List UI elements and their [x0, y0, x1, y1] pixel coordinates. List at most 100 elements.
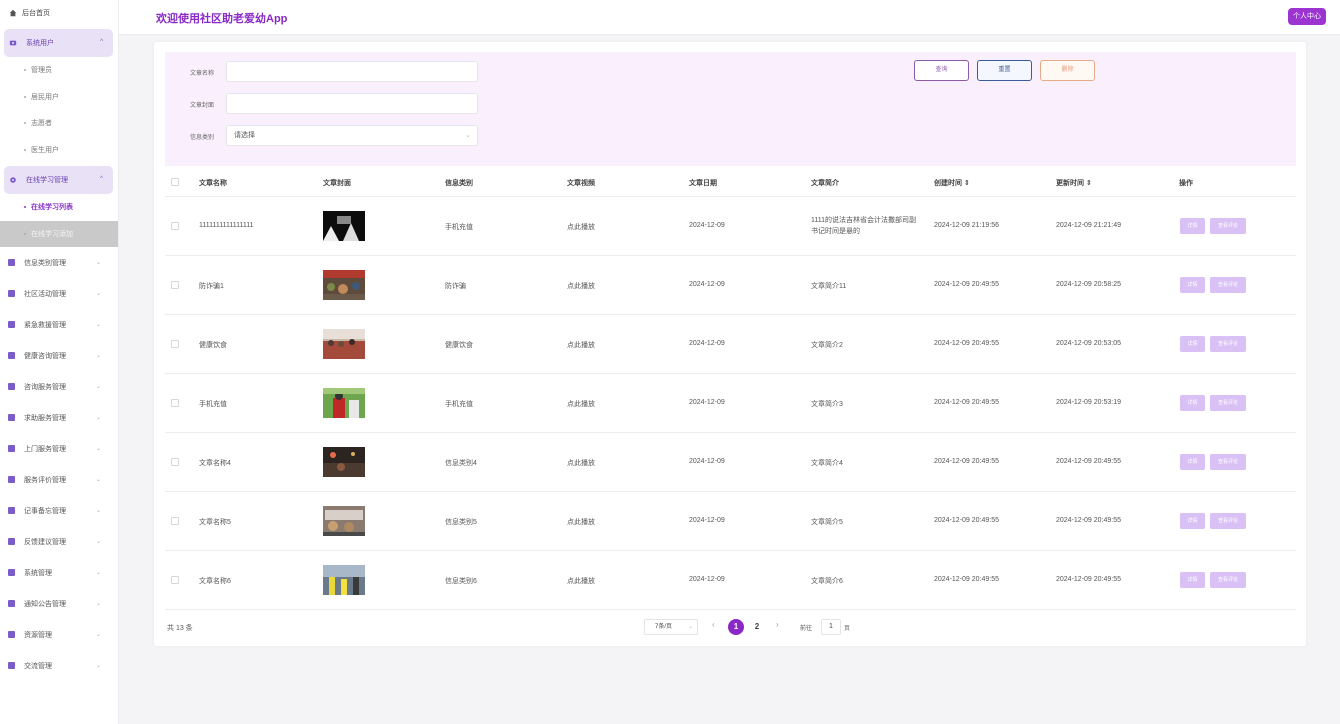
sidebar-sub-learning-list[interactable]: 在线学习列表	[0, 194, 118, 221]
header-created-sortable[interactable]: 创建时间 ⇕	[934, 178, 970, 188]
table-row: 1111111111111111 手机充值 点此播放 2024-12-09 1111的说…	[165, 197, 1296, 256]
cell-intro: 文章简介11	[811, 283, 847, 290]
row-checkbox[interactable]	[171, 340, 179, 348]
sidebar-item[interactable]: 健康咨询管理 ⌄	[0, 340, 118, 371]
sidebar-item[interactable]: 服务评价管理 ⌄	[0, 464, 118, 495]
sidebar-item-home[interactable]: 后台首页	[0, 0, 118, 26]
page-2[interactable]: 2	[749, 619, 765, 635]
row-checkbox[interactable]	[171, 517, 179, 525]
category-label: 信息类别	[190, 135, 215, 141]
sidebar-item[interactable]: 上门服务管理 ⌄	[0, 433, 118, 464]
article-cover-input[interactable]	[226, 93, 478, 114]
sidebar-sub-volunteers[interactable]: 志愿者	[0, 110, 118, 137]
cell-created: 2024-12-09 20:49:55	[934, 340, 999, 347]
sidebar-item[interactable]: 反馈建议管理 ⌄	[0, 526, 118, 557]
row-checkbox[interactable]	[171, 281, 179, 289]
row-checkbox[interactable]	[171, 222, 179, 230]
reset-button[interactable]: 重置	[977, 60, 1032, 81]
header-updated-sortable[interactable]: 更新时间 ⇕	[1056, 178, 1092, 188]
view-comments-button[interactable]: 查看评论	[1210, 218, 1246, 234]
chevron-down-icon: ⌄	[95, 353, 101, 359]
detail-button[interactable]: 详情	[1180, 513, 1205, 529]
delete-button[interactable]: 删除	[1040, 60, 1095, 81]
cover-image	[323, 211, 365, 241]
sidebar-sub-label: 志愿者	[31, 120, 52, 128]
menu-icon	[8, 352, 15, 359]
detail-button[interactable]: 详情	[1180, 454, 1205, 470]
cell-updated: 2024-12-09 20:49:55	[1056, 576, 1121, 583]
detail-button[interactable]: 详情	[1180, 395, 1205, 411]
category-select[interactable]: 请选择 ⌄	[226, 125, 478, 146]
cell-video-link[interactable]: 点此播放	[567, 222, 595, 232]
cell-video-link[interactable]: 点此播放	[567, 399, 595, 409]
sidebar-item[interactable]: 资源管理 ⌄	[0, 619, 118, 650]
table-row: 文章名称4 信息类别4 点此播放 2024-12-09 文章简介4 2024-12-09 …	[165, 433, 1296, 492]
sidebar-sub-admin[interactable]: 管理员	[0, 57, 118, 84]
chevron-down-icon: ⌄	[95, 415, 101, 421]
sidebar-item[interactable]: 记事备忘管理 ⌄	[0, 495, 118, 526]
cell-article-name: 健康饮食	[199, 342, 227, 349]
sidebar-item[interactable]: 社区活动管理 ⌄	[0, 278, 118, 309]
chevron-down-icon: ⌄	[95, 384, 101, 390]
detail-button[interactable]: 详情	[1180, 277, 1205, 293]
cell-video-link[interactable]: 点此播放	[567, 340, 595, 350]
sidebar-item-label: 求助服务管理	[24, 414, 66, 422]
next-page-icon[interactable]: ›	[776, 620, 779, 629]
article-name-input[interactable]	[226, 61, 478, 82]
chevron-up-icon: ^	[100, 176, 103, 182]
detail-button[interactable]: 详情	[1180, 572, 1205, 588]
query-button[interactable]: 查询	[914, 60, 969, 81]
personal-center-button[interactable]: 个人中心	[1288, 8, 1326, 25]
content-card: 文章名称 文章封面 信息类别 请选择 ⌄ 查询 重置 删除 文章名称 文章封面 …	[154, 42, 1306, 646]
row-checkbox[interactable]	[171, 576, 179, 584]
sidebar-item-label: 系统管理	[24, 569, 52, 577]
cell-video-link[interactable]: 点此播放	[567, 576, 595, 586]
menu-icon	[8, 631, 15, 638]
cell-video-link[interactable]: 点此播放	[567, 458, 595, 468]
sidebar-sub-label: 在线学习列表	[31, 204, 73, 212]
row-checkbox[interactable]	[171, 458, 179, 466]
goto-page-input[interactable]: 1	[821, 619, 841, 635]
sidebar-item[interactable]: 咨询服务管理 ⌄	[0, 371, 118, 402]
cell-video-link[interactable]: 点此播放	[567, 281, 595, 291]
view-comments-button[interactable]: 查看评论	[1210, 336, 1246, 352]
bullet-icon	[24, 148, 26, 151]
cell-article-name: 防诈骗1	[199, 283, 224, 290]
sidebar-item-label: 社区活动管理	[24, 290, 66, 298]
cell-category: 信息类别4	[445, 460, 477, 467]
sidebar-group-system-users[interactable]: 系统用户 ^	[4, 29, 113, 57]
page-size-select[interactable]: 7条/页 ⌄	[644, 619, 698, 635]
detail-button[interactable]: 详情	[1180, 336, 1205, 352]
sidebar-item[interactable]: 求助服务管理 ⌄	[0, 402, 118, 433]
menu-icon	[8, 414, 15, 421]
sidebar-item[interactable]: 交流管理 ⌄	[0, 650, 118, 681]
sidebar-item[interactable]: 信息类别管理 ⌄	[0, 247, 118, 278]
sidebar-item[interactable]: 通知公告管理 ⌄	[0, 588, 118, 619]
view-comments-button[interactable]: 查看评论	[1210, 395, 1246, 411]
view-comments-button[interactable]: 查看评论	[1210, 454, 1246, 470]
sidebar-item[interactable]: 紧急救援管理 ⌄	[0, 309, 118, 340]
row-checkbox[interactable]	[171, 399, 179, 407]
cover-image	[323, 447, 365, 477]
menu-icon	[8, 383, 15, 390]
total-count: 共 13 条	[167, 625, 193, 632]
header-intro[interactable]: 文章简介	[811, 178, 839, 188]
sidebar-group-online-learning[interactable]: 在线学习管理 ^	[4, 166, 113, 194]
sidebar-item[interactable]: 系统管理 ⌄	[0, 557, 118, 588]
cell-video-link[interactable]: 点此播放	[567, 517, 595, 527]
select-all-checkbox[interactable]	[171, 178, 179, 186]
goto-label: 前往	[800, 626, 813, 632]
prev-page-icon[interactable]: ‹	[712, 620, 715, 629]
page-1[interactable]: 1	[728, 619, 744, 635]
sidebar-sub-learning-add[interactable]: 在线学习添加	[0, 220, 118, 247]
cell-category: 手机充值	[445, 224, 473, 231]
view-comments-button[interactable]: 查看评论	[1210, 513, 1246, 529]
cell-category: 防诈骗	[445, 283, 466, 290]
sidebar-group-label: 在线学习管理	[26, 177, 68, 184]
view-comments-button[interactable]: 查看评论	[1210, 572, 1246, 588]
view-comments-button[interactable]: 查看评论	[1210, 277, 1246, 293]
sidebar-sub-residents[interactable]: 居民用户	[0, 84, 118, 111]
sidebar-sub-doctors[interactable]: 医生用户	[0, 137, 118, 164]
detail-button[interactable]: 详情	[1180, 218, 1205, 234]
sidebar-sub-label: 医生用户	[31, 146, 59, 154]
